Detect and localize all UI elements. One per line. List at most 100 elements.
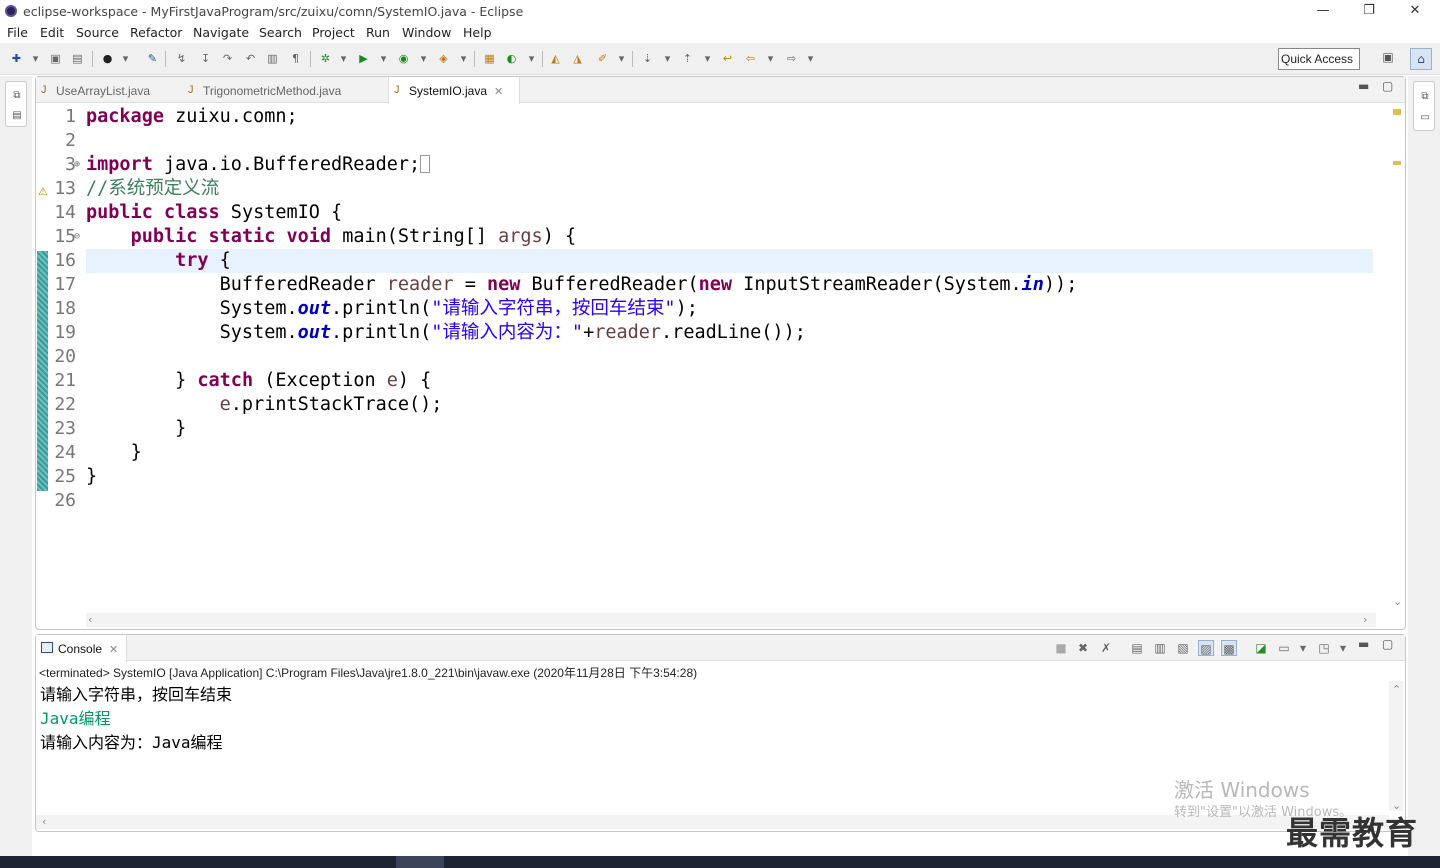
folded-imports-box[interactable] (420, 155, 431, 173)
close-window-button[interactable]: ✕ (1392, 0, 1438, 22)
menu-navigate[interactable]: Navigate (193, 25, 249, 40)
package-explorer-icon[interactable]: ▤ (11, 110, 23, 122)
open-perspective-icon[interactable]: ▣ (1379, 50, 1397, 68)
display-console-icon[interactable]: ▭ (1276, 640, 1292, 656)
forward-icon[interactable]: ⇨ (784, 51, 799, 66)
scroll-lock-icon[interactable]: ▥ (1152, 640, 1168, 656)
menu-search[interactable]: Search (259, 25, 302, 40)
prev-annotation-icon[interactable]: ⇡ (680, 51, 695, 66)
dropdown-icon[interactable]: ▾ (416, 51, 431, 66)
coverage-icon[interactable]: ◉ (396, 51, 411, 66)
dropdown-icon[interactable]: ▾ (336, 51, 351, 66)
menu-edit[interactable]: Edit (40, 25, 64, 40)
vertical-scrollbar[interactable] (1389, 681, 1403, 811)
tab-label: Console (58, 642, 103, 656)
minimize-button[interactable]: — (1300, 0, 1346, 22)
restore-button[interactable]: ❐ (1346, 0, 1392, 22)
tab-console[interactable]: Console ✕ (36, 635, 128, 662)
dropdown-icon[interactable]: ▾ (1295, 640, 1311, 656)
collapse-fold-icon[interactable]: ⊖ (74, 225, 82, 249)
dropdown-icon[interactable]: ▾ (803, 51, 818, 66)
dropdown-icon[interactable]: ▾ (660, 51, 675, 66)
minimize-view-icon[interactable]: ▬ (1358, 79, 1369, 93)
tab-systemio[interactable]: J SystemIO.java ✕ (388, 77, 520, 104)
skip-breakpoints-icon[interactable]: ● (100, 51, 115, 66)
dropdown-icon[interactable]: ▾ (28, 51, 43, 66)
debug-icon[interactable]: ✲ (318, 51, 333, 66)
taskbar-app-button[interactable] (396, 856, 444, 868)
pin-console-icon[interactable]: ◪ (1253, 640, 1269, 656)
menu-run[interactable]: Run (366, 25, 390, 40)
close-tab-icon[interactable]: ✕ (109, 644, 118, 656)
pilcrow-icon[interactable]: ¶ (288, 51, 303, 66)
last-edit-icon[interactable]: ↩ (720, 51, 735, 66)
scroll-right-icon[interactable]: › (1363, 613, 1367, 626)
menu-source[interactable]: Source (76, 25, 119, 40)
overview-marker[interactable] (1393, 161, 1401, 165)
expand-fold-icon[interactable]: ⊕ (74, 153, 82, 177)
step-over-icon[interactable]: ↷ (220, 51, 235, 66)
step-return-icon[interactable]: ↶ (243, 51, 258, 66)
open-task-icon[interactable]: ◮ (570, 51, 585, 66)
tab-trigonometricmethod[interactable]: J TrigonometricMethod.java (183, 77, 387, 103)
menu-project[interactable]: Project (312, 25, 355, 40)
close-tab-icon[interactable]: ✕ (494, 86, 503, 98)
word-wrap-icon[interactable]: ▧ (1175, 640, 1191, 656)
scroll-left-icon[interactable]: ‹ (42, 815, 46, 828)
open-console-icon[interactable]: ◳ (1316, 640, 1332, 656)
scroll-down-icon[interactable]: ⌄ (1393, 595, 1402, 608)
overview-marker[interactable] (1393, 109, 1401, 115)
clear-console-icon[interactable]: ▤ (1129, 640, 1145, 656)
dropdown-icon[interactable]: ▾ (700, 51, 715, 66)
remove-all-terminated-icon[interactable]: ✗ (1098, 640, 1114, 656)
new-icon[interactable]: ✚ (9, 51, 24, 66)
dropdown-icon[interactable]: ▾ (118, 51, 133, 66)
code-text[interactable]: package zuixu.comn; import java.io.Buffe… (86, 105, 1077, 513)
new-class-icon[interactable]: ◐ (504, 51, 519, 66)
show-on-stdout-icon[interactable]: ▨ (1198, 640, 1214, 656)
step-icon[interactable]: ↯ (174, 51, 189, 66)
restore-icon[interactable]: ⧉ (1419, 91, 1431, 103)
save-icon[interactable]: ▣ (48, 51, 63, 66)
horizontal-scrollbar[interactable] (86, 613, 1376, 627)
step-into-icon[interactable]: ↧ (198, 51, 213, 66)
back-icon[interactable]: ⇦ (743, 51, 758, 66)
next-annotation-icon[interactable]: ⇣ (640, 51, 655, 66)
console-output[interactable]: 请输入字符串，按回车结束 Java编程 请输入内容为：Java编程 (40, 683, 232, 755)
maximize-view-icon[interactable]: ▢ (1382, 637, 1393, 651)
run-icon[interactable]: ▶ (356, 51, 371, 66)
debug-tool-icon[interactable]: ✎ (145, 51, 160, 66)
maximize-view-icon[interactable]: ▢ (1382, 79, 1393, 93)
minimize-view-icon[interactable]: ▬ (1358, 637, 1369, 651)
dropdown-icon[interactable]: ▾ (614, 51, 629, 66)
java-perspective-icon[interactable]: ⌂ (1410, 48, 1432, 70)
show-on-stderr-icon[interactable]: ▩ (1221, 640, 1237, 656)
quick-access-input[interactable]: Quick Access (1278, 48, 1360, 70)
open-type-icon[interactable]: ◭ (548, 51, 563, 66)
menu-file[interactable]: File (7, 25, 28, 40)
scroll-left-icon[interactable]: ‹ (88, 613, 92, 626)
external-tools-icon[interactable]: ◈ (436, 51, 451, 66)
restore-icon[interactable]: ⧉ (11, 90, 23, 102)
menu-refactor[interactable]: Refactor (130, 25, 182, 40)
tab-usearraylist[interactable]: J UseArrayList.java (36, 77, 182, 103)
new-package-icon[interactable]: ▦ (482, 51, 497, 66)
menu-help[interactable]: Help (463, 25, 492, 40)
terminate-icon[interactable]: ■ (1053, 640, 1069, 656)
search-tool-icon[interactable]: ✐ (595, 51, 610, 66)
dropdown-icon[interactable]: ▾ (524, 51, 539, 66)
overview-ruler[interactable] (1389, 103, 1405, 613)
save-all-icon[interactable]: ▤ (70, 51, 85, 66)
scroll-up-icon[interactable]: ⌃ (1392, 683, 1401, 696)
line-number: 23 (54, 418, 76, 439)
remove-launch-icon[interactable]: ✖ (1075, 640, 1091, 656)
drop-frame-icon[interactable]: ▥ (265, 51, 280, 66)
outline-icon[interactable]: ▭ (1419, 112, 1431, 124)
dropdown-icon[interactable]: ▾ (456, 51, 471, 66)
dropdown-icon[interactable]: ▾ (376, 51, 391, 66)
dropdown-icon[interactable]: ▾ (763, 51, 778, 66)
menu-window[interactable]: Window (402, 25, 451, 40)
warning-lightbulb-icon[interactable]: ⚠ (38, 185, 48, 198)
dropdown-icon[interactable]: ▾ (1335, 640, 1351, 656)
line-number: 26 (54, 490, 76, 511)
